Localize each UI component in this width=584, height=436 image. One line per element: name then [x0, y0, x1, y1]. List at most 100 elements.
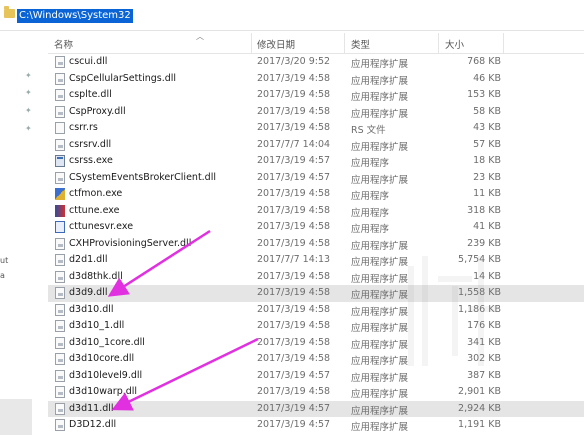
file-date: 2017/3/19 4:58 — [257, 386, 331, 397]
file-type: 应用程序扩展 — [351, 273, 409, 285]
file-row[interactable]: csplte.dll 2017/3/19 4:58 应用程序扩展 153 KB — [48, 87, 584, 104]
column-separator[interactable] — [503, 33, 504, 53]
file-date: 2017/3/19 4:57 — [257, 419, 331, 430]
file-row[interactable]: csrr.rs 2017/3/19 4:58 RS 文件 43 KB — [48, 120, 584, 137]
file-type: 应用程序扩展 — [351, 422, 409, 433]
dll-file-icon — [55, 402, 65, 415]
file-date: 2017/3/19 4:57 — [257, 402, 331, 414]
file-row[interactable]: CSystemEventsBrokerClient.dll 2017/3/19 4… — [48, 170, 584, 187]
file-date: 2017/3/19 4:58 — [257, 237, 331, 249]
pin-icon: ✦ — [25, 106, 32, 115]
file-date: 2017/7/7 14:04 — [257, 138, 331, 150]
navigation-pane[interactable]: ✦ ✦ ✦ ✦ ut a — [0, 31, 48, 436]
file-name: CspCellularSettings.dll — [69, 72, 177, 84]
column-separator[interactable] — [438, 33, 439, 53]
pin-icon: ✦ — [25, 71, 32, 80]
file-type: 应用程序扩展 — [351, 92, 409, 103]
file-name: d3d10core.dll — [69, 353, 135, 364]
application-icon — [55, 155, 65, 167]
file-name: csrsrv.dll — [69, 138, 112, 150]
application-icon — [55, 204, 65, 217]
dll-file-icon — [55, 89, 65, 101]
file-name: csplte.dll — [69, 89, 112, 100]
dll-file-icon — [55, 270, 65, 283]
column-name[interactable]: 名称 — [54, 37, 73, 51]
file-row[interactable]: D3D12.dll 2017/3/19 4:57 应用程序扩展 1,191 KB — [48, 417, 584, 434]
file-size: 23 KB — [473, 171, 501, 183]
nav-item-fragment[interactable]: ut — [0, 256, 8, 265]
file-type: 应用程序扩展 — [351, 75, 409, 87]
folder-icon — [4, 6, 15, 18]
file-date: 2017/3/19 4:58 — [257, 122, 331, 133]
application-icon — [55, 221, 65, 233]
file-name: cttunesvr.exe — [69, 221, 134, 232]
file-date: 2017/3/19 4:58 — [257, 287, 331, 298]
file-date: 2017/3/19 4:58 — [257, 89, 331, 100]
file-row[interactable]: CspCellularSettings.dll 2017/3/19 4:58 应用程… — [48, 71, 584, 88]
file-size: 153 KB — [467, 89, 501, 100]
dll-file-icon — [55, 56, 65, 68]
file-size: 2,924 KB — [458, 402, 501, 414]
file-date: 2017/3/19 4:58 — [257, 320, 331, 331]
file-name: cttune.exe — [69, 204, 120, 216]
address-path[interactable]: C:\Windows\System32 — [17, 9, 133, 23]
column-date[interactable]: 修改日期 — [257, 37, 295, 51]
file-row[interactable]: cscui.dll 2017/3/20 9:52 应用程序扩展 768 KB — [48, 54, 584, 71]
dll-file-icon — [55, 254, 65, 266]
file-row[interactable]: cttune.exe 2017/3/19 4:58 应用程序 318 KB — [48, 203, 584, 220]
pin-icon: ✦ — [25, 124, 32, 133]
watermark — [408, 256, 508, 368]
address-bar[interactable]: C:\Windows\System32 — [0, 0, 584, 31]
file-size: 768 KB — [467, 56, 501, 67]
file-name: cscui.dll — [69, 56, 108, 67]
sort-up-icon: ︿ — [196, 32, 204, 41]
file-name: d3d10_1.dll — [69, 320, 125, 331]
column-type[interactable]: 类型 — [351, 37, 370, 51]
file-type: 应用程序扩展 — [351, 240, 409, 252]
file-type: 应用程序扩展 — [351, 339, 409, 351]
dll-file-icon — [55, 320, 65, 332]
file-name: csrss.exe — [69, 155, 113, 166]
column-separator[interactable] — [251, 33, 252, 53]
dll-file-icon — [55, 138, 65, 151]
file-name: d3d10level9.dll — [69, 369, 143, 381]
file-type: 应用程序扩展 — [351, 174, 409, 186]
file-type: 应用程序扩展 — [351, 108, 409, 120]
file-size: 11 KB — [473, 188, 501, 199]
file-type: 应用程序扩展 — [351, 306, 409, 318]
file-type: 应用程序扩展 — [351, 389, 409, 400]
dll-file-icon — [55, 237, 65, 250]
file-name: CXHProvisioningServer.dll — [69, 237, 192, 249]
file-row[interactable]: CspProxy.dll 2017/3/19 4:58 应用程序扩展 58 KB — [48, 104, 584, 121]
file-row[interactable]: csrsrv.dll 2017/7/7 14:04 应用程序扩展 57 KB — [48, 137, 584, 154]
file-name: d3d10.dll — [69, 303, 114, 315]
dll-file-icon — [55, 386, 65, 398]
file-type: 应用程序 — [351, 224, 390, 235]
file-name: ctfmon.exe — [69, 188, 123, 199]
dll-file-icon — [55, 303, 65, 316]
file-row[interactable]: cttunesvr.exe 2017/3/19 4:58 应用程序 41 KB — [48, 219, 584, 236]
file-row[interactable]: d3d10level9.dll 2017/3/19 4:57 应用程序扩展 387 K… — [48, 368, 584, 385]
column-separator[interactable] — [344, 33, 345, 53]
file-type: 应用程序扩展 — [351, 257, 409, 268]
column-size[interactable]: 大小 — [445, 37, 464, 51]
dll-file-icon — [55, 369, 65, 382]
file-date: 2017/7/7 14:13 — [257, 254, 331, 265]
nav-item-fragment[interactable]: a — [0, 271, 5, 280]
file-date: 2017/3/19 4:58 — [257, 336, 331, 348]
file-row[interactable]: ctfmon.exe 2017/3/19 4:58 应用程序 11 KB — [48, 186, 584, 203]
nav-selected-item[interactable] — [0, 399, 32, 435]
file-row[interactable]: csrss.exe 2017/3/19 4:57 应用程序 18 KB — [48, 153, 584, 170]
file-row[interactable]: CXHProvisioningServer.dll 2017/3/19 4:58 应… — [48, 236, 584, 253]
file-name: d2d1.dll — [69, 254, 108, 265]
file-date: 2017/3/19 4:58 — [257, 105, 331, 117]
file-row[interactable]: d3d10warp.dll 2017/3/19 4:58 应用程序扩展 2,901 K… — [48, 384, 584, 401]
file-date: 2017/3/19 4:58 — [257, 72, 331, 84]
file-type: 应用程序扩展 — [351, 405, 409, 417]
file-date: 2017/3/19 4:58 — [257, 270, 331, 282]
file-date: 2017/3/20 9:52 — [257, 56, 331, 67]
file-date: 2017/3/19 4:58 — [257, 303, 331, 315]
file-name: D3D12.dll — [69, 419, 117, 430]
file-size: 18 KB — [473, 155, 501, 166]
file-row[interactable]: d3d11.dll 2017/3/19 4:57 应用程序扩展 2,924 KB — [48, 400, 584, 417]
